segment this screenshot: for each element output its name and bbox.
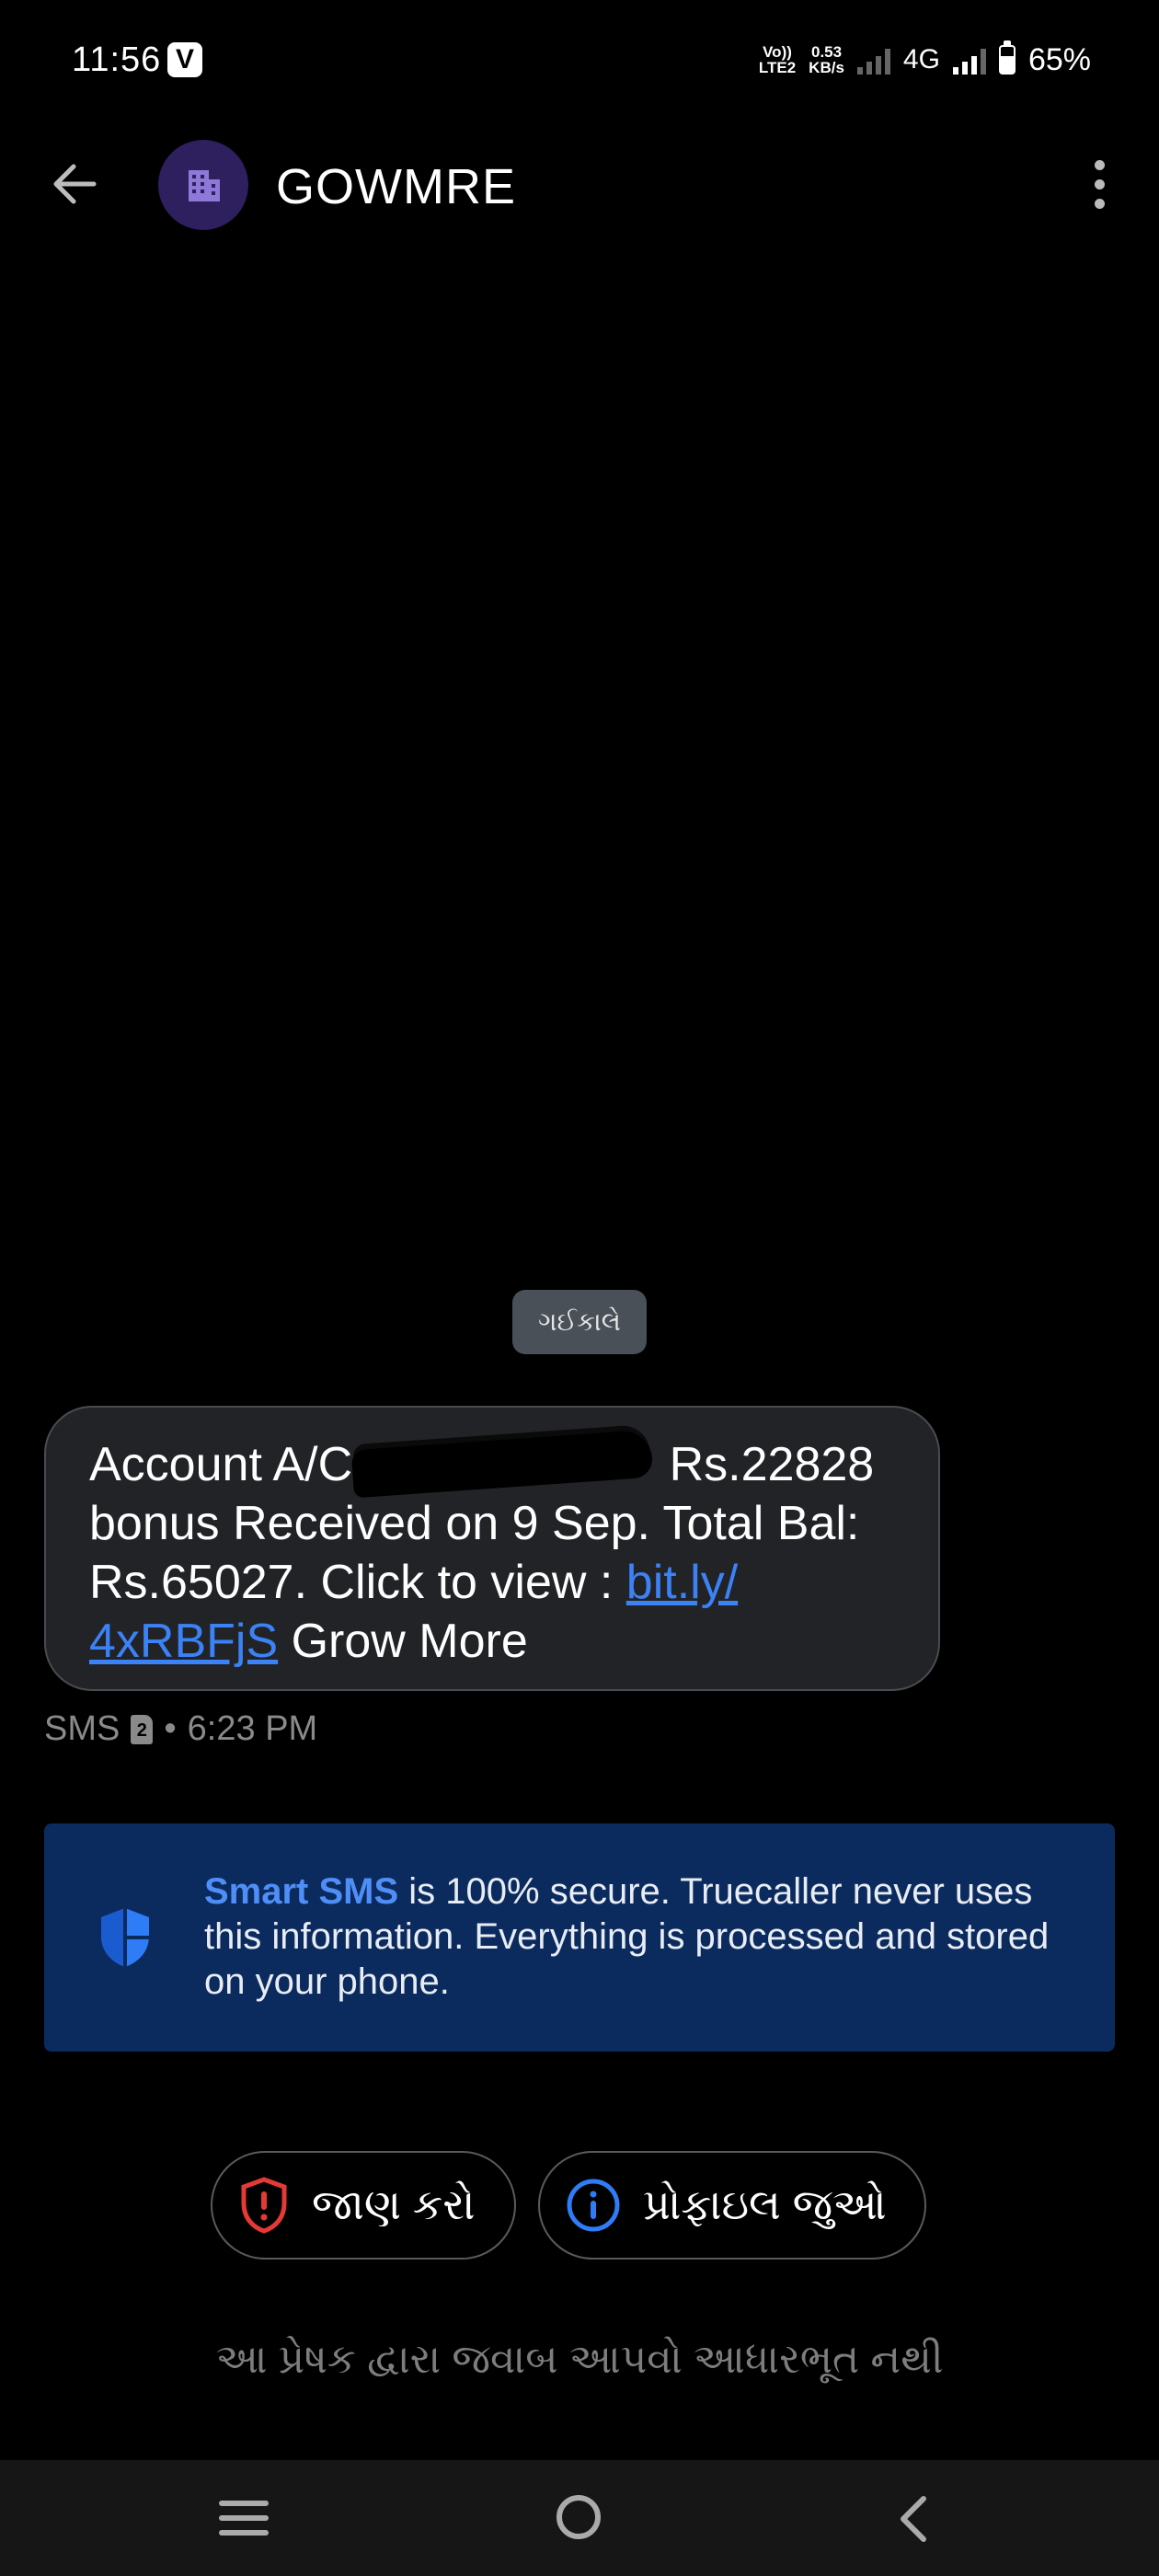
status-indicators: Vo)) LTE2 0.53 KB/s 4G 65% bbox=[759, 37, 1091, 83]
report-shield-icon bbox=[241, 2177, 287, 2234]
message-time: 6:23 PM bbox=[187, 1709, 318, 1748]
recents-line bbox=[219, 2515, 269, 2521]
status-time: 11:56 bbox=[72, 40, 162, 79]
conversation-header: GOWMRE bbox=[0, 129, 1159, 239]
report-button[interactable]: જાણ કરો bbox=[211, 2151, 516, 2260]
report-button-label: જાણ કરો bbox=[312, 2180, 476, 2228]
lte-label: LTE2 bbox=[758, 59, 797, 76]
app-notification-icon: V bbox=[167, 42, 202, 77]
recents-line bbox=[219, 2501, 269, 2506]
signal-sim1-icon bbox=[856, 45, 890, 75]
status-bar: 11:56 V Vo)) LTE2 0.53 KB/s 4G 65% bbox=[0, 0, 1159, 120]
message-text-end: Grow More bbox=[278, 1615, 528, 1668]
message-meta: SMS 2 • 6:23 PM bbox=[44, 1709, 317, 1749]
battery-fill bbox=[1000, 55, 1014, 73]
back-button[interactable] bbox=[46, 155, 105, 213]
sim-icon: 2 bbox=[131, 1714, 154, 1744]
view-profile-label: પ્રોફાઇલ જુઓ bbox=[643, 2180, 887, 2228]
home-button[interactable] bbox=[557, 2495, 601, 2539]
message-link-part1[interactable]: bit.ly/ bbox=[626, 1556, 738, 1609]
shield-icon bbox=[101, 1908, 149, 1967]
chevron-left-icon bbox=[901, 2496, 926, 2542]
message-type: SMS bbox=[44, 1709, 120, 1748]
info-icon bbox=[567, 2179, 620, 2232]
message-link-part2[interactable]: 4xRBFjS bbox=[89, 1615, 278, 1668]
smart-sms-brand: Smart SMS bbox=[204, 1871, 399, 1912]
smart-sms-info-text: Smart SMS is 100% secure. Truecaller nev… bbox=[204, 1869, 1087, 2005]
system-back-button[interactable] bbox=[890, 2493, 938, 2545]
network-speed: 0.53 KB/s bbox=[809, 44, 844, 75]
battery-icon bbox=[998, 40, 1016, 75]
reply-not-supported-note: આ પ્રેષક દ્વારા જવાબ આપવો આધારભૂત નથી bbox=[215, 2337, 944, 2382]
smart-sms-info-card: Smart SMS is 100% secure. Truecaller nev… bbox=[44, 1823, 1115, 2052]
date-separator-chip: ગઈકાલે bbox=[512, 1290, 647, 1354]
dot bbox=[1094, 198, 1105, 209]
message-bubble[interactable]: Account A/C Rs.22828 bonus Received on 9… bbox=[44, 1406, 940, 1691]
back-arrow-icon bbox=[53, 164, 97, 204]
avatar[interactable] bbox=[158, 140, 248, 230]
dot bbox=[1094, 178, 1105, 190]
speed-unit: KB/s bbox=[809, 59, 844, 76]
system-nav-bar bbox=[0, 2460, 1159, 2576]
recents-button[interactable] bbox=[219, 2501, 269, 2536]
volte-label: Vo)) bbox=[763, 43, 792, 61]
network-type: 4G bbox=[902, 44, 940, 75]
speed-value: 0.53 bbox=[810, 43, 843, 61]
message-text-start: Account A/C bbox=[89, 1438, 353, 1491]
building-icon bbox=[189, 170, 220, 201]
more-options-button[interactable] bbox=[1076, 151, 1122, 217]
message-text: Account A/C Rs.22828 bonus Received on 9… bbox=[89, 1429, 901, 1671]
battery-percent: 65% bbox=[1027, 41, 1091, 77]
messaging-screen: 11:56 V Vo)) LTE2 0.53 KB/s 4G 65% GOWMR… bbox=[0, 0, 1159, 2576]
recents-line bbox=[219, 2530, 269, 2536]
volte-indicator: Vo)) LTE2 bbox=[759, 44, 796, 75]
meta-separator: • bbox=[164, 1709, 177, 1748]
dot bbox=[1094, 159, 1105, 170]
view-profile-button[interactable]: પ્રોફાઇલ જુઓ bbox=[538, 2151, 926, 2260]
contact-name[interactable]: GOWMRE bbox=[276, 158, 516, 215]
signal-sim2-icon bbox=[952, 45, 986, 75]
redacted-account-number bbox=[350, 1429, 654, 1499]
